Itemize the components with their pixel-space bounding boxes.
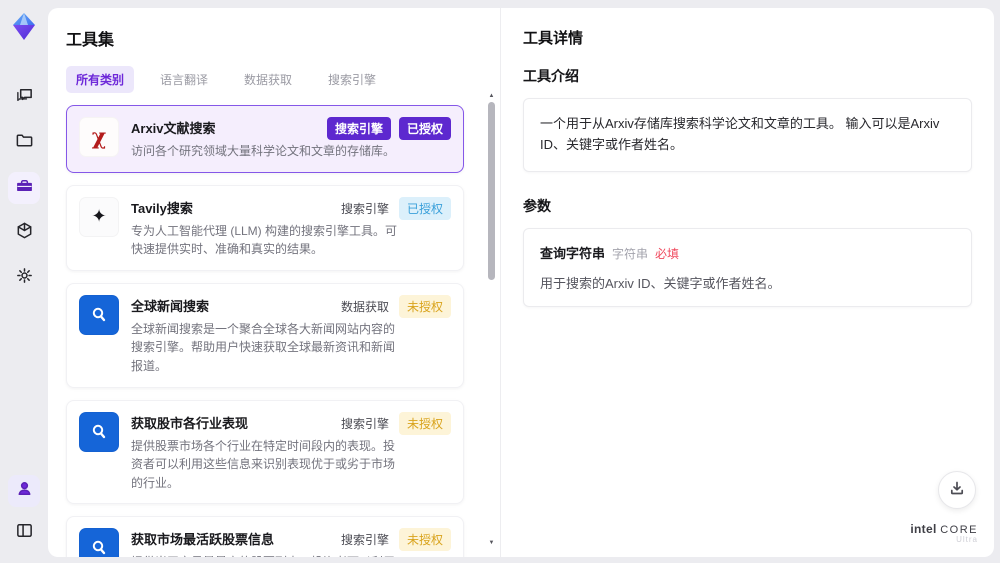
- param-name: 查询字符串: [540, 245, 606, 261]
- tool-description: 全球新闻搜索是一个聚合全球各大新闻网站内容的搜索引擎。帮助用户快速获取全球最新资…: [131, 321, 396, 373]
- sidebar: [0, 0, 48, 563]
- user-icon: [15, 479, 34, 503]
- param-box: 查询字符串 字符串 必填 用于搜索的Arxiv ID、关键字或作者姓名。: [523, 227, 972, 307]
- tool-card-global-news[interactable]: 全球新闻搜索 全球新闻搜索是一个聚合全球各大新闻网站内容的搜索引擎。帮助用户快速…: [66, 282, 464, 388]
- params-heading: 参数: [523, 197, 551, 214]
- active-stocks-icon: [79, 528, 119, 557]
- gear-icon: [15, 266, 34, 290]
- scrollbar-up-icon[interactable]: ▲: [486, 92, 497, 100]
- download-button[interactable]: [938, 471, 976, 509]
- param-required-badge: 必填: [655, 246, 680, 261]
- tab-search-engine[interactable]: 搜索引擎: [318, 66, 386, 93]
- ultra-wordmark: Ultra: [956, 535, 978, 545]
- scrollbar-thumb[interactable]: [488, 102, 495, 280]
- cube-icon: [15, 221, 34, 245]
- category-badge: 搜索引擎: [340, 533, 389, 548]
- intel-core-logo: intel CORE Ultra: [910, 522, 978, 545]
- stock-sector-icon: [79, 411, 119, 452]
- category-tabs: 所有类别 语言翻译 数据获取 搜索引擎: [66, 66, 480, 93]
- page-title: 工具集: [66, 32, 115, 49]
- main-panel: 工具集 所有类别 语言翻译 数据获取 搜索引擎 χ Arxiv文献搜索 访问各个…: [48, 8, 994, 557]
- sidebar-item-models[interactable]: [8, 217, 40, 249]
- intro-heading: 工具介绍: [523, 68, 579, 84]
- auth-status-badge: 未授权: [398, 411, 451, 435]
- sidebar-item-chat[interactable]: [8, 82, 40, 114]
- tab-data-fetch[interactable]: 数据获取: [234, 66, 302, 93]
- tool-card-stock-sector[interactable]: 获取股市各行业表现 提供股票市场各个行业在特定时间段内的表现。投资者可以利用这些…: [66, 399, 464, 505]
- tool-description: 提供当天交易量最高的股票列表，投资者可以利用这些信息来识别流动性强的股票和潜在的…: [131, 553, 403, 557]
- tool-description: 访问各个研究领域大量科学论文和文章的存储库。: [131, 144, 396, 158]
- sidebar-nav: [8, 82, 40, 294]
- toolbox-icon: [15, 176, 34, 200]
- sidebar-item-account[interactable]: [8, 475, 40, 507]
- tool-card-tavily[interactable]: ✦ Tavily搜索 专为人工智能代理 (LLM) 构建的搜索引擎工具。可快速提…: [66, 184, 464, 271]
- category-badge: 搜索引擎: [340, 201, 389, 216]
- auth-status-badge: 已授权: [398, 196, 451, 220]
- auth-status-badge: 已授权: [398, 117, 451, 140]
- chat-icon: [15, 86, 34, 110]
- category-badge: 搜索引擎: [326, 117, 391, 140]
- tab-all-categories[interactable]: 所有类别: [66, 66, 135, 93]
- core-wordmark: CORE: [940, 524, 978, 537]
- download-icon: [949, 480, 965, 501]
- news-search-icon: [79, 294, 119, 335]
- intro-box: 一个用于从Arxiv存储库搜索科学论文和文章的工具。 输入可以是Arxiv ID…: [523, 98, 972, 172]
- list-scrollbar[interactable]: ▲ ▼: [486, 92, 497, 549]
- tool-description: 专为人工智能代理 (LLM) 构建的搜索引擎工具。可快速提供实时、准确和真实的结…: [131, 223, 398, 257]
- scrollbar-down-icon[interactable]: ▼: [486, 539, 497, 547]
- tool-detail-section: 工具详情 工具介绍 一个用于从Arxiv存储库搜索科学论文和文章的工具。 输入可…: [500, 8, 994, 557]
- tool-description: 提供股票市场各个行业在特定时间段内的表现。投资者可以利用这些信息来识别表现优于或…: [131, 438, 396, 490]
- auth-status-badge: 未授权: [398, 528, 451, 552]
- category-badge: 数据获取: [340, 299, 389, 314]
- sidebar-item-collapse[interactable]: [8, 517, 40, 549]
- auth-status-badge: 未授权: [398, 294, 451, 318]
- layout-icon: [15, 521, 34, 545]
- tavily-icon: ✦: [79, 196, 119, 237]
- tool-card-active-stocks[interactable]: 获取市场最活跃股票信息 提供当天交易量最高的股票列表，投资者可以利用这些信息来识…: [66, 516, 464, 557]
- tool-list-section: 工具集 所有类别 语言翻译 数据获取 搜索引擎 χ Arxiv文献搜索 访问各个…: [48, 8, 500, 557]
- tool-list: χ Arxiv文献搜索 访问各个研究领域大量科学论文和文章的存储库。 搜索引擎 …: [66, 105, 480, 557]
- app-logo[interactable]: [9, 12, 39, 42]
- param-description: 用于搜索的Arxiv ID、关键字或作者姓名。: [540, 275, 781, 291]
- tool-card-arxiv[interactable]: χ Arxiv文献搜索 访问各个研究领域大量科学论文和文章的存储库。 搜索引擎 …: [66, 105, 464, 173]
- sidebar-item-settings[interactable]: [8, 262, 40, 294]
- intel-wordmark: intel: [910, 522, 937, 537]
- category-badge: 搜索引擎: [340, 416, 389, 431]
- tab-translation[interactable]: 语言翻译: [150, 66, 218, 93]
- arxiv-icon: χ: [79, 117, 119, 157]
- param-type: 字符串: [612, 246, 649, 261]
- folder-icon: [15, 131, 34, 155]
- sidebar-item-files[interactable]: [8, 127, 40, 159]
- detail-title: 工具详情: [523, 30, 584, 47]
- sidebar-bottom: [8, 475, 40, 549]
- sidebar-item-tools[interactable]: [8, 172, 40, 204]
